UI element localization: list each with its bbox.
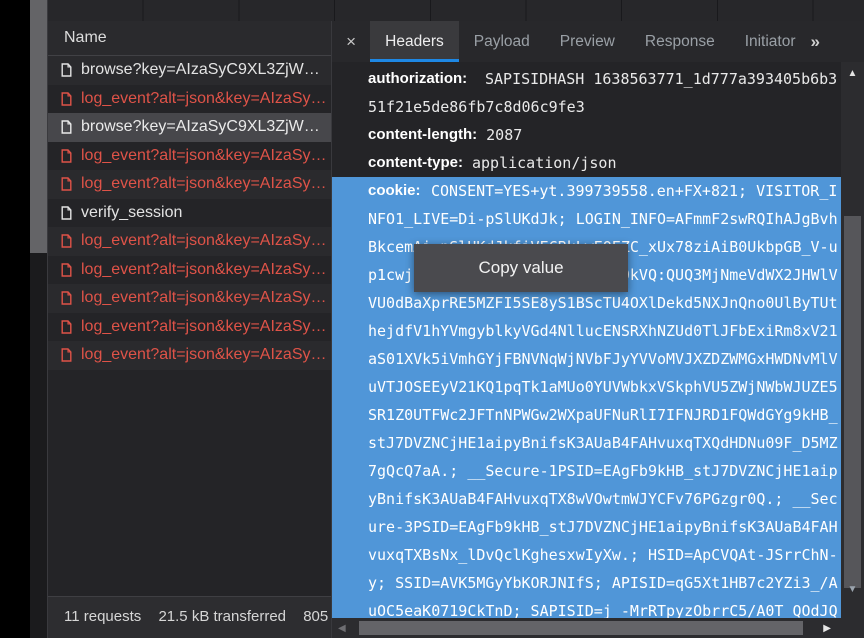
request-name: log_event?alt=json&key=AIzaSy… [81,147,330,165]
header-name: content-type: [368,149,463,177]
headers-list: authorization:SAPISIDHASH 1638563771_1d7… [332,62,841,618]
request-rows: browse?key=AIzaSyC9XL3ZjWdd… log_event?a… [48,56,331,370]
vertical-scrollbar[interactable]: ▲ ▼ [841,62,864,618]
header-row[interactable]: content-type: application/json [332,149,841,177]
request-row[interactable]: log_event?alt=json&key=AIzaSy… [48,170,331,199]
request-list-empty-area [48,370,331,597]
close-icon[interactable]: × [332,21,370,62]
document-icon [61,320,72,334]
request-name: log_event?alt=json&key=AIzaSy… [81,346,330,364]
document-icon [61,63,72,77]
tab-payload[interactable]: Payload [459,21,545,62]
request-row[interactable]: log_event?alt=json&key=AIzaSy… [48,313,331,342]
document-icon [61,149,72,163]
request-name: log_event?alt=json&key=AIzaSy… [81,261,330,279]
transferred-size: 21.5 kB transferred [158,608,286,625]
tab-label: Headers [385,33,444,51]
request-row[interactable]: log_event?alt=json&key=AIzaSy… [48,142,331,171]
tab-headers[interactable]: Headers [370,21,459,62]
request-row[interactable]: log_event?alt=json&key=AIzaSy… [48,227,331,256]
request-row[interactable]: verify_session [48,199,331,228]
context-menu: Copy value [414,244,628,292]
request-name: log_event?alt=json&key=AIzaSy… [81,289,330,307]
request-name: log_event?alt=json&key=AIzaSy… [81,175,330,193]
request-name: log_event?alt=json&key=AIzaSy… [81,318,330,336]
header-row[interactable]: content-length: 2087 [332,121,841,149]
request-name: browse?key=AIzaSyC9XL3ZjWdd… [81,61,331,79]
document-icon [61,234,72,248]
document-icon [61,120,72,134]
request-row[interactable]: log_event?alt=json&key=AIzaSy… [48,341,331,370]
request-name: browse?key=AIzaSyC9XL3ZjWdd… [81,118,331,136]
devtools-toolbar [48,0,864,22]
scrollbar-corner [841,618,864,638]
document-icon [61,206,72,220]
horizontal-scrollbar-thumb[interactable] [359,621,803,635]
document-icon [61,348,72,362]
background-scrollbar-thumb[interactable] [30,0,47,253]
requests-count: 11 requests [64,608,141,625]
more-tabs-icon[interactable]: » [811,32,820,52]
scroll-up-icon[interactable]: ▲ [841,68,864,80]
tabs: Headers Payload Preview Response Initiat… [370,21,810,62]
network-status-bar: 11 requests 21.5 kB transferred 805 k [48,596,331,638]
scroll-down-icon[interactable]: ▼ [841,584,864,596]
header-name: cookie: [368,177,431,205]
header-name: authorization: [368,65,485,93]
resources-size: 805 k [303,608,331,625]
request-detail-panel: × Headers Payload Preview Response Initi… [332,21,864,638]
request-row[interactable]: browse?key=AIzaSyC9XL3ZjWdd… [48,113,331,142]
request-name: log_event?alt=json&key=AIzaSy… [81,90,330,108]
header-row[interactable]: authorization:SAPISIDHASH 1638563771_1d7… [332,65,841,121]
header-name: content-length: [368,121,477,149]
background-scrollbar-track [30,0,47,638]
copy-value-menu-item[interactable]: Copy value [478,258,563,278]
network-request-list-panel: Name browse?key=AIzaSyC9XL3ZjWdd… log_ev… [48,21,332,638]
devtools-window: Name browse?key=AIzaSyC9XL3ZjWdd… log_ev… [47,0,864,638]
column-header-name[interactable]: Name [48,21,331,56]
tab-response[interactable]: Response [630,21,730,62]
header-value: 2087 [486,126,522,144]
horizontal-scrollbar[interactable]: ◀ ▶ [332,618,841,638]
scroll-left-icon[interactable]: ◀ [338,618,346,638]
header-value: application/json [472,154,617,172]
tab-label: Preview [560,33,615,51]
document-icon [61,177,72,191]
request-row[interactable]: log_event?alt=json&key=AIzaSy… [48,85,331,114]
tab-label: Initiator [745,33,796,51]
tab-label: Payload [474,33,530,51]
request-row[interactable]: log_event?alt=json&key=AIzaSy… [48,256,331,285]
detail-tab-bar: × Headers Payload Preview Response Initi… [332,21,864,62]
vertical-scrollbar-thumb[interactable] [844,216,861,588]
tab-label: Response [645,33,715,51]
scroll-right-icon[interactable]: ▶ [823,618,831,638]
document-icon [61,263,72,277]
tab-preview[interactable]: Preview [545,21,630,62]
request-name: verify_session [81,204,186,222]
request-row[interactable]: browse?key=AIzaSyC9XL3ZjWdd… [48,56,331,85]
request-row[interactable]: log_event?alt=json&key=AIzaSy… [48,284,331,313]
document-icon [61,92,72,106]
document-icon [61,291,72,305]
request-name: log_event?alt=json&key=AIzaSy… [81,232,330,250]
tab-initiator[interactable]: Initiator [730,21,811,62]
